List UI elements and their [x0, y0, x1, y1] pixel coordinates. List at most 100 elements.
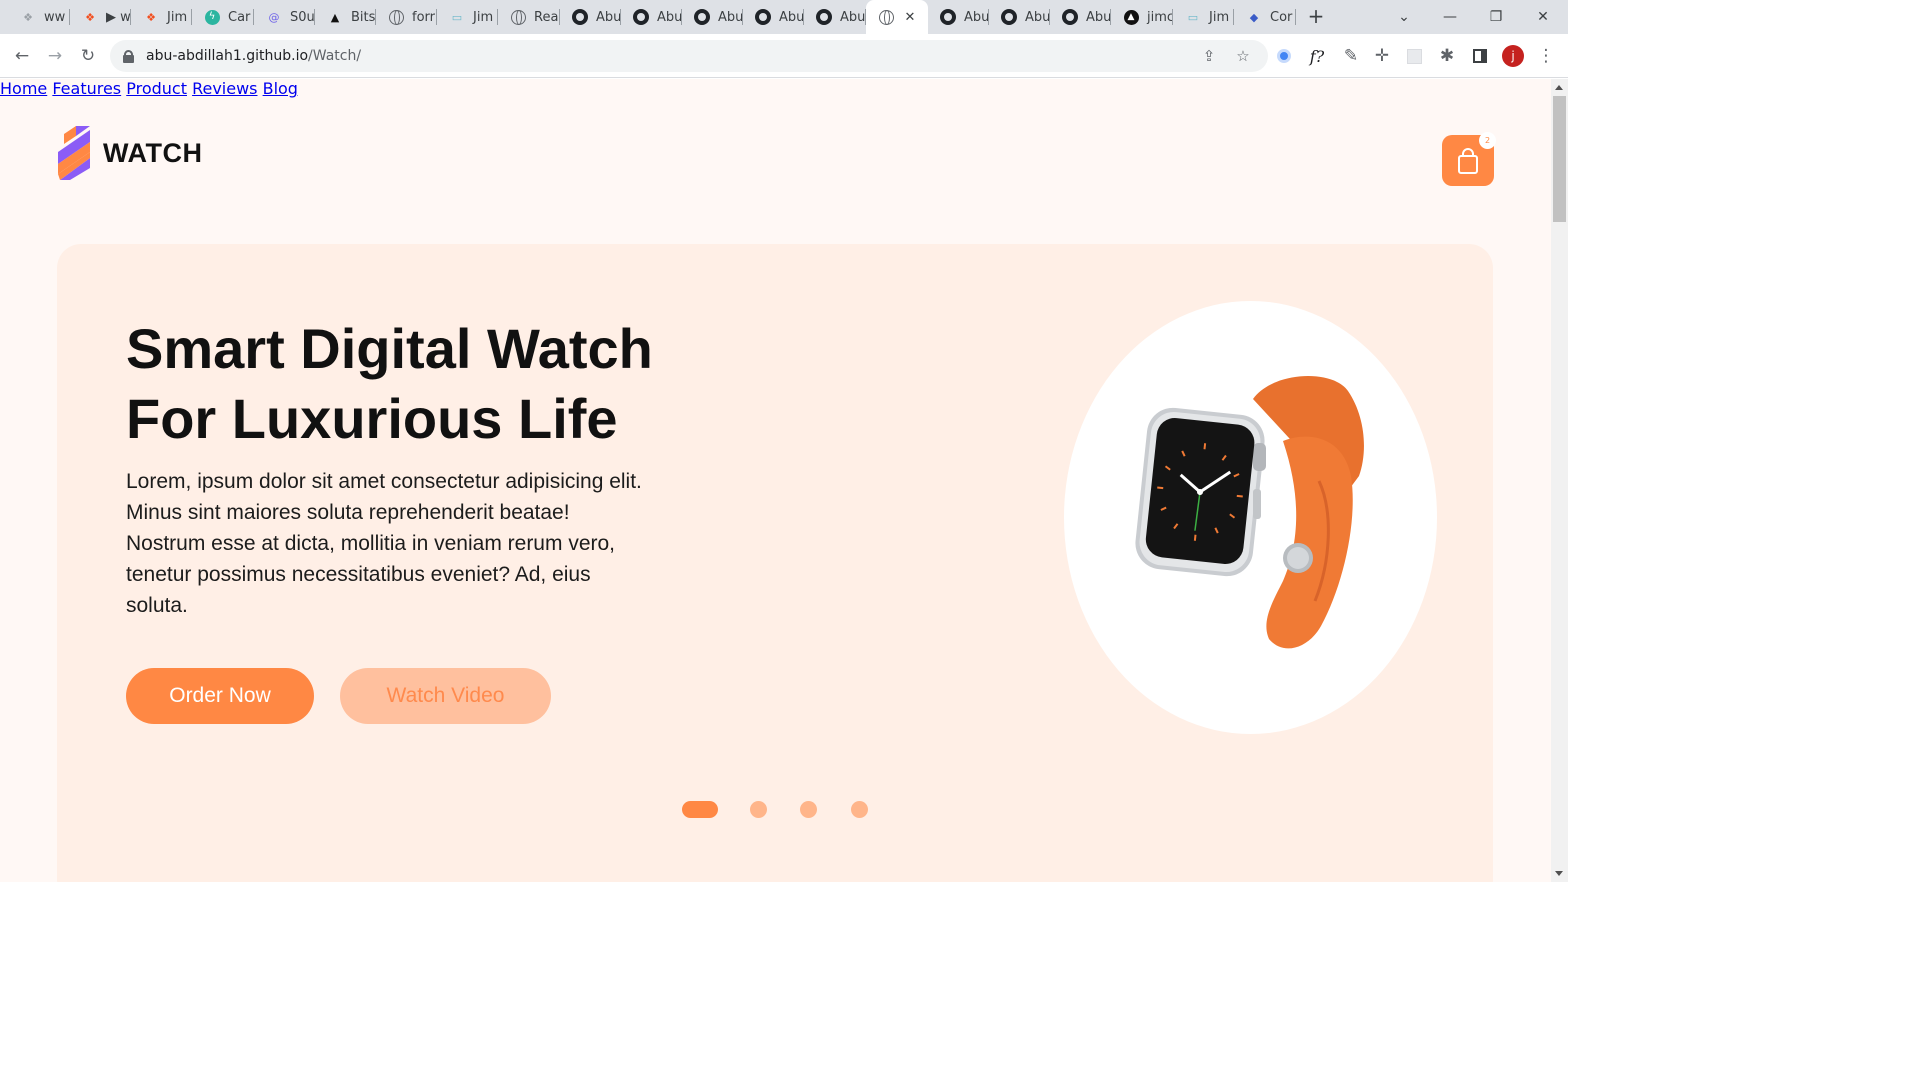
github-icon: [755, 9, 771, 25]
restore-button[interactable]: ❐: [1473, 0, 1519, 34]
new-tab-button[interactable]: +: [1305, 4, 1327, 28]
browser-tab[interactable]: Abu: [621, 0, 682, 34]
tab-title: Abu: [718, 9, 743, 25]
browser-tab[interactable]: ▲ Bits: [315, 0, 376, 34]
browser-tab[interactable]: ❖ ww: [8, 0, 70, 34]
browser-tab[interactable]: Abu: [560, 0, 621, 34]
scroll-down-arrow-icon[interactable]: [1555, 871, 1563, 876]
github-icon: [1001, 9, 1017, 25]
fonts-extension-button[interactable]: f?: [1303, 42, 1331, 70]
browser-tab[interactable]: ❖ ▶ w: [70, 0, 131, 34]
bookmark-star-icon[interactable]: ☆: [1234, 47, 1252, 65]
browser-tab[interactable]: Abu: [804, 0, 866, 34]
tab-separator: [1295, 9, 1296, 25]
tab-title: Bits: [351, 9, 376, 25]
side-panel-icon: [1473, 49, 1487, 63]
browser-menu-button[interactable]: ⋮: [1532, 42, 1560, 70]
tab-title: S0u: [290, 9, 315, 25]
browser-tab[interactable]: Abu: [682, 0, 743, 34]
slider-dot-3[interactable]: [800, 801, 817, 818]
globe-icon: [510, 9, 526, 25]
order-now-button[interactable]: Order Now: [126, 668, 314, 724]
scroll-up-arrow-icon[interactable]: [1555, 85, 1563, 90]
reload-button[interactable]: ↻: [74, 42, 102, 70]
triangle-icon: ▲: [330, 10, 340, 24]
smartwatch-image: [1135, 376, 1364, 649]
tab-title: Jim: [167, 9, 188, 25]
grid-icon: [1406, 48, 1422, 64]
profile-avatar[interactable]: j: [1502, 45, 1524, 67]
tab-title: Abu: [596, 9, 621, 25]
logo-text: WATCH: [103, 137, 203, 168]
ruler-extension-button[interactable]: ✛: [1368, 42, 1396, 70]
browser-tab[interactable]: ϟ Car: [192, 0, 254, 34]
laptop-icon: ▭: [1187, 10, 1199, 24]
side-panel-button[interactable]: [1466, 42, 1494, 70]
lock-icon: [123, 49, 134, 63]
nav-link-features[interactable]: Features: [52, 79, 121, 98]
scrollbar-thumb[interactable]: [1553, 96, 1566, 222]
share-icon[interactable]: ⇪: [1200, 47, 1218, 65]
browser-tab[interactable]: ✕: [866, 0, 928, 34]
bolt-icon: ϟ: [204, 9, 220, 25]
tab-title: Abu: [840, 9, 866, 25]
browser-tab[interactable]: ▭ Jim: [437, 0, 498, 34]
tab-title: jimc: [1147, 9, 1173, 25]
tab-search-button[interactable]: ⌄: [1381, 0, 1427, 34]
globe-icon: [878, 9, 894, 25]
nav-link-home[interactable]: Home: [0, 79, 47, 98]
browser-tab[interactable]: @ S0u: [254, 0, 315, 34]
hero-title: Smart Digital Watch For Luxurious Life: [126, 317, 653, 450]
browser-tab[interactable]: Abu: [743, 0, 804, 34]
github-icon: [940, 9, 956, 25]
nav-link-blog[interactable]: Blog: [263, 79, 298, 98]
color-picker-button[interactable]: ✎: [1337, 42, 1365, 70]
nav-link-reviews[interactable]: Reviews: [192, 79, 257, 98]
browser-tab[interactable]: Abu: [1050, 0, 1111, 34]
browser-tab[interactable]: ◆ Cor: [1234, 0, 1296, 34]
github-icon: [572, 9, 588, 25]
blue-circle-icon: [1277, 49, 1291, 63]
spiral-icon: @: [268, 10, 280, 24]
tab-title: Jim: [473, 9, 494, 25]
tab-title: Car: [228, 9, 251, 25]
hero-description: Lorem, ipsum dolor sit amet consectetur …: [126, 470, 642, 617]
eyedropper-icon: ✎: [1343, 46, 1359, 66]
site-logo[interactable]: WATCH: [56, 126, 202, 180]
browser-tab[interactable]: ▭ Jim: [1173, 0, 1234, 34]
browser-tab[interactable]: ❖ Jim: [131, 0, 192, 34]
shield-icon: ◆: [1249, 10, 1259, 24]
slider-dot-4[interactable]: [851, 801, 868, 818]
laptop-icon: ▭: [451, 10, 463, 24]
slider-dot-2[interactable]: [750, 801, 767, 818]
browser-tab[interactable]: Rea: [498, 0, 560, 34]
back-arrow-icon: ←: [14, 46, 30, 66]
github-icon: [816, 9, 832, 25]
cart-button[interactable]: 2: [1442, 132, 1496, 186]
browser-tab[interactable]: forr: [376, 0, 437, 34]
extensions-button[interactable]: ✱: [1433, 42, 1461, 70]
browser-tab[interactable]: Abu: [989, 0, 1050, 34]
close-window-button[interactable]: ✕: [1520, 0, 1566, 34]
crosshair-icon: ✛: [1374, 46, 1390, 66]
circle-a-icon: ▲: [1123, 9, 1139, 25]
back-button[interactable]: ←: [8, 42, 36, 70]
address-bar[interactable]: abu-abdillah1.github.io/Watch/ ⇪ ☆: [110, 40, 1268, 72]
page-scrollbar[interactable]: [1551, 79, 1568, 882]
forward-button[interactable]: →: [41, 42, 69, 70]
tab-title: ▶ w: [106, 9, 131, 25]
slider-dot-1[interactable]: [682, 801, 718, 818]
browser-tab[interactable]: Abu: [928, 0, 989, 34]
browser-tab[interactable]: ▲ jimc: [1111, 0, 1173, 34]
reload-icon: ↻: [80, 46, 96, 66]
github-icon: [694, 9, 710, 25]
minimize-button[interactable]: —: [1427, 0, 1473, 34]
extension-circle-button[interactable]: [1270, 42, 1298, 70]
tab-title: Abu: [779, 9, 804, 25]
close-tab-icon[interactable]: ✕: [902, 9, 918, 25]
watch-video-button[interactable]: Watch Video: [340, 668, 551, 724]
nav-link-product[interactable]: Product: [126, 79, 187, 98]
url-text[interactable]: abu-abdillah1.github.io/Watch/: [146, 48, 361, 64]
puzzle-icon: ✱: [1439, 46, 1455, 66]
extension-grid-button[interactable]: [1400, 42, 1428, 70]
